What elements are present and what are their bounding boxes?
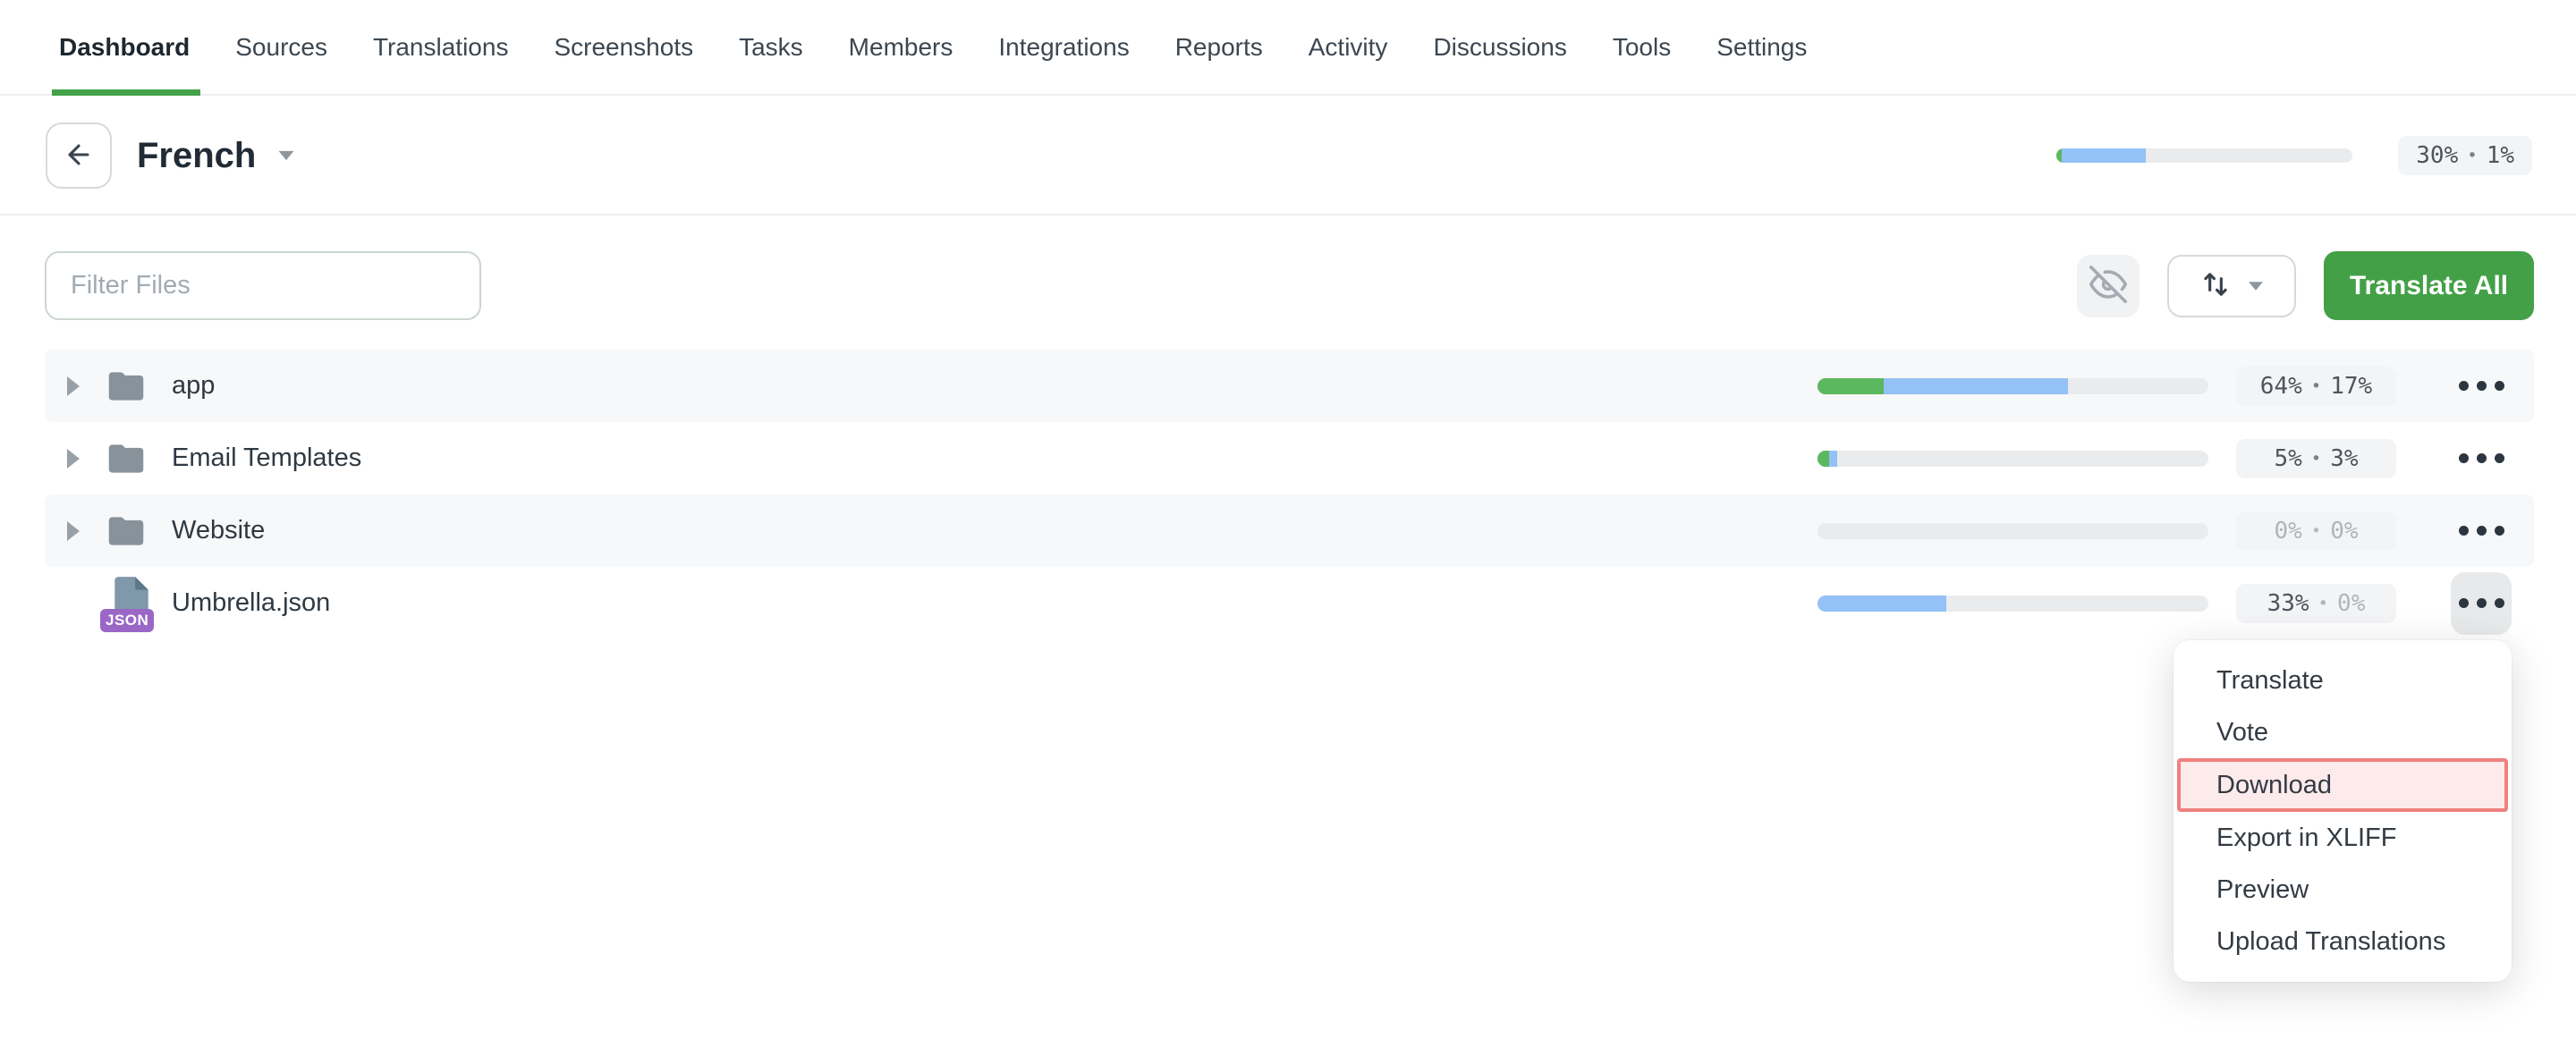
expand-caret-icon[interactable] bbox=[67, 376, 85, 396]
file-name: Website bbox=[172, 516, 265, 545]
file-progress-badge: 5%•3% bbox=[2236, 439, 2396, 478]
folder-icon bbox=[100, 369, 152, 403]
sort-button[interactable] bbox=[2167, 255, 2296, 317]
menu-item-vote[interactable]: Vote bbox=[2174, 706, 2512, 758]
folder-icon bbox=[100, 514, 152, 548]
file-toolbar: Translate All bbox=[45, 251, 2534, 320]
translate-all-button[interactable]: Translate All bbox=[2324, 251, 2534, 320]
language-progress-bar bbox=[2056, 148, 2352, 163]
menu-item-translate[interactable]: Translate bbox=[2174, 655, 2512, 706]
page-title: French bbox=[137, 136, 256, 176]
eye-off-icon bbox=[2089, 266, 2127, 306]
back-arrow-icon bbox=[62, 139, 96, 173]
header-divider bbox=[0, 214, 2576, 215]
back-button[interactable] bbox=[46, 122, 112, 189]
row-actions-button[interactable] bbox=[2451, 500, 2512, 562]
menu-item-preview[interactable]: Preview bbox=[2174, 864, 2512, 916]
menu-item-download[interactable]: Download bbox=[2177, 758, 2508, 812]
sort-caret-icon bbox=[2249, 282, 2263, 291]
row-actions-button[interactable] bbox=[2451, 355, 2512, 418]
expand-caret-icon[interactable] bbox=[67, 449, 85, 469]
tab-tasks[interactable]: Tasks bbox=[739, 0, 803, 94]
row-actions-button-active[interactable] bbox=[2451, 572, 2512, 635]
language-progress-badge: 30%•1% bbox=[2398, 136, 2532, 175]
file-name: Email Templates bbox=[172, 443, 361, 473]
tab-sources[interactable]: Sources bbox=[235, 0, 327, 94]
file-progress-badge: 33%•0% bbox=[2236, 584, 2396, 623]
project-header: French 30%•1% bbox=[0, 97, 2576, 214]
json-file-icon: JSON bbox=[100, 575, 152, 632]
tab-screenshots[interactable]: Screenshots bbox=[554, 0, 693, 94]
file-progress-bar bbox=[1818, 378, 2208, 394]
menu-item-upload-translations[interactable]: Upload Translations bbox=[2174, 916, 2512, 967]
file-progress-bar bbox=[1818, 596, 2208, 612]
tab-tools[interactable]: Tools bbox=[1613, 0, 1671, 94]
language-dropdown-caret-icon[interactable] bbox=[279, 151, 294, 160]
tab-activity[interactable]: Activity bbox=[1309, 0, 1388, 94]
tab-integrations[interactable]: Integrations bbox=[998, 0, 1129, 94]
tab-translations[interactable]: Translations bbox=[373, 0, 508, 94]
file-row-app[interactable]: app 64%•17% bbox=[45, 350, 2534, 422]
top-nav: Dashboard Sources Translations Screensho… bbox=[0, 0, 2576, 96]
file-list: app 64%•17% Email Templates bbox=[45, 350, 2534, 639]
file-progress-bar bbox=[1818, 523, 2208, 539]
tab-dashboard[interactable]: Dashboard bbox=[59, 0, 190, 94]
row-actions-button[interactable] bbox=[2451, 427, 2512, 490]
file-progress-badge: 0%•0% bbox=[2236, 511, 2396, 551]
tab-reports[interactable]: Reports bbox=[1175, 0, 1263, 94]
menu-item-export-xliff[interactable]: Export in XLIFF bbox=[2174, 812, 2512, 864]
file-actions-menu: Translate Vote Download Export in XLIFF … bbox=[2174, 640, 2512, 982]
file-name: app bbox=[172, 371, 215, 401]
tab-members[interactable]: Members bbox=[849, 0, 953, 94]
tab-discussions[interactable]: Discussions bbox=[1433, 0, 1566, 94]
file-row-email-templates[interactable]: Email Templates 5%•3% bbox=[45, 422, 2534, 494]
folder-icon bbox=[100, 442, 152, 476]
file-name: Umbrella.json bbox=[172, 588, 330, 618]
toggle-hidden-files-button[interactable] bbox=[2077, 255, 2140, 317]
file-row-umbrella-json[interactable]: JSON Umbrella.json 33%•0% bbox=[45, 567, 2534, 639]
json-type-badge: JSON bbox=[100, 609, 154, 632]
filter-files-input[interactable] bbox=[45, 251, 481, 320]
expand-caret-icon[interactable] bbox=[67, 521, 85, 541]
tab-settings[interactable]: Settings bbox=[1716, 0, 1807, 94]
sort-arrows-icon bbox=[2199, 267, 2233, 304]
file-progress-badge: 64%•17% bbox=[2236, 367, 2396, 406]
file-row-website[interactable]: Website 0%•0% bbox=[45, 494, 2534, 567]
file-progress-bar bbox=[1818, 451, 2208, 467]
